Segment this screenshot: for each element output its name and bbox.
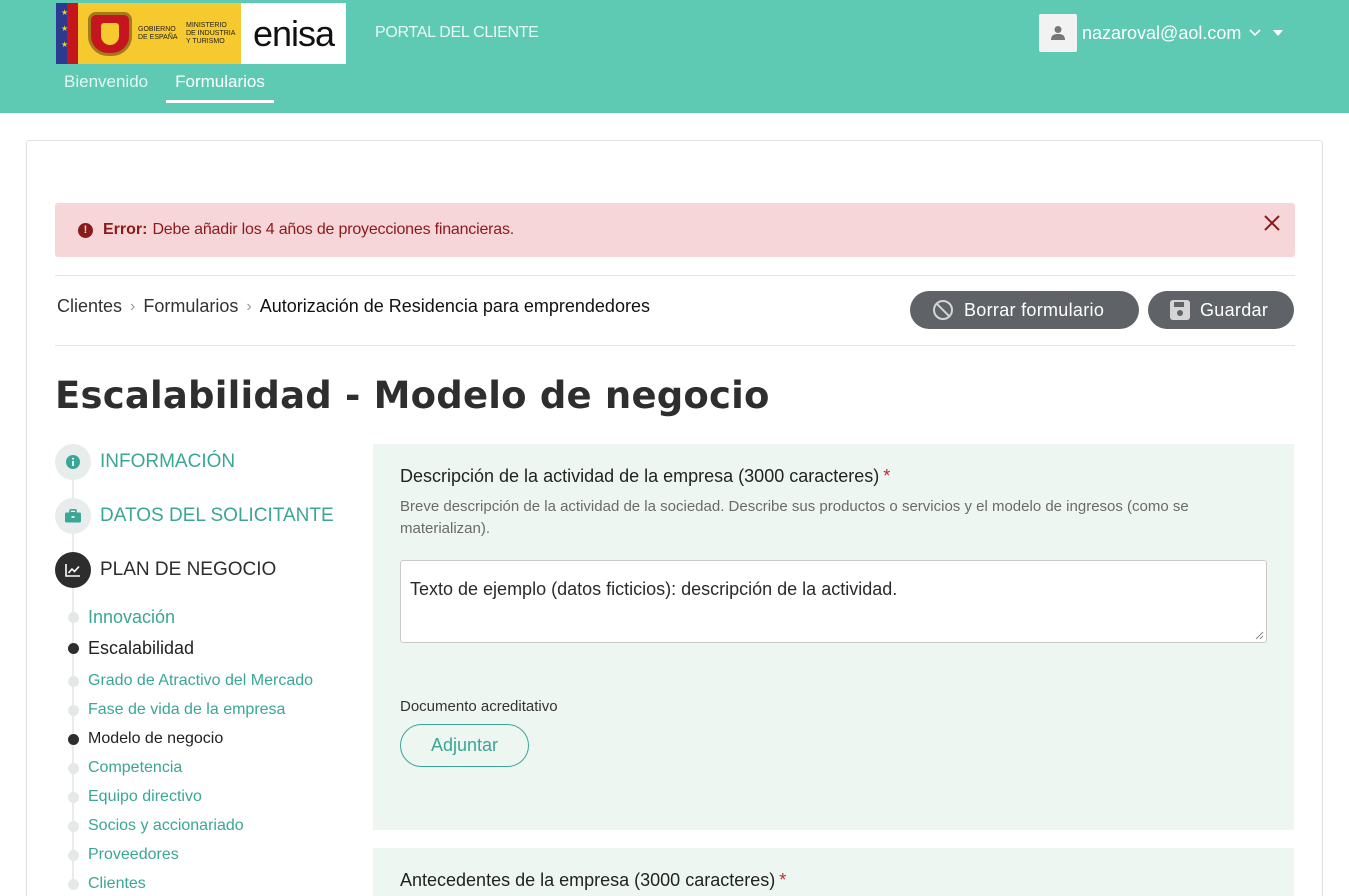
divider-top — [55, 275, 1295, 276]
nav-tab-formularios[interactable]: Formularios — [166, 66, 274, 106]
substep-dot — [68, 643, 79, 654]
resize-handle-icon[interactable] — [1255, 631, 1264, 640]
step-label: PLAN DE NEGOCIO — [100, 559, 277, 580]
main-nav: Bienvenido Formularios — [56, 66, 284, 106]
nav-tab-bienvenido[interactable]: Bienvenido — [56, 66, 156, 106]
delete-form-button[interactable]: Borrar formulario — [910, 291, 1139, 329]
substep-label: Innovación — [88, 607, 176, 627]
document-label: Documento acreditativo — [400, 698, 558, 715]
step-label: DATOS DEL SOLICITANTE — [100, 505, 334, 526]
substep-competencia[interactable]: Competencia — [68, 759, 182, 777]
substep-dot — [68, 878, 79, 890]
briefcase-icon — [65, 509, 81, 523]
substep-label: Grado de Atractivo del Mercado — [88, 672, 314, 689]
substep-dot — [68, 820, 79, 832]
attach-button[interactable]: Adjuntar — [400, 724, 529, 767]
substep-label: Proveedores — [88, 846, 179, 863]
enisa-logo: enisa — [241, 3, 346, 64]
logo-ministry-text: MINISTERIO DE INDUSTRIA Y TURISMO — [186, 21, 236, 45]
substep-grado-atractivo[interactable]: Grado de Atractivo del Mercado — [68, 672, 313, 690]
logo-gov-text: GOBIERNO DE ESPAÑA — [138, 25, 178, 41]
step-informacion[interactable]: INFORMACIÓN — [55, 444, 235, 480]
substep-dot — [68, 675, 79, 687]
breadcrumb-clientes[interactable]: Clientes — [57, 296, 122, 317]
dropdown-caret-icon — [1273, 30, 1284, 36]
substep-equipo-directivo[interactable]: Equipo directivo — [68, 788, 202, 806]
substep-label: Modelo de negocio — [88, 730, 224, 747]
substep-dot — [68, 791, 79, 803]
gobierno-enisa-logo[interactable]: ★ ★ ★ GOBIERNO DE ESPAÑA MINISTERIO DE IND… — [56, 3, 346, 64]
breadcrumb-separator-icon: › — [246, 297, 252, 315]
step-datos-solicitante[interactable]: DATOS DEL SOLICITANTE — [55, 498, 334, 534]
user-email: nazaroval@aol.com — [1082, 22, 1242, 43]
exclamation-circle-icon: ! — [78, 222, 93, 238]
substep-label: Equipo directivo — [88, 788, 202, 805]
substep-label: Clientes — [88, 875, 146, 892]
substep-dot — [68, 704, 79, 716]
field-label-descripcion: Descripción de la actividad de la empres… — [400, 466, 890, 487]
substep-innovacion[interactable]: Innovación — [68, 607, 175, 628]
portal-title: PORTAL DEL CLIENTE — [375, 24, 539, 41]
page-title: Escalabilidad - Modelo de negocio — [55, 374, 770, 417]
user-icon — [1051, 26, 1065, 40]
substep-label: Socios y accionariado — [88, 817, 244, 834]
delete-form-label: Borrar formulario — [964, 299, 1105, 320]
substep-label: Fase de vida de la empresa — [88, 701, 286, 718]
substep-modelo-negocio[interactable]: Modelo de negocio — [68, 730, 223, 748]
step-plan-negocio[interactable]: PLAN DE NEGOCIO — [55, 552, 276, 588]
gobierno-logo: ★ ★ ★ GOBIERNO DE ESPAÑA MINISTERIO DE IND… — [56, 3, 241, 64]
breadcrumb-formularios[interactable]: Formularios — [143, 296, 238, 317]
substep-socios[interactable]: Socios y accionariado — [68, 817, 244, 835]
floppy-disk-icon — [1170, 300, 1190, 320]
substep-clientes[interactable]: Clientes — [68, 875, 146, 893]
substep-escalabilidad[interactable]: Escalabilidad — [68, 638, 194, 659]
substep-label: Competencia — [88, 759, 183, 776]
save-button[interactable]: Guardar — [1148, 291, 1294, 329]
substep-dot — [68, 762, 79, 774]
step-circle — [55, 498, 91, 534]
save-label: Guardar — [1200, 299, 1269, 320]
required-mark: * — [883, 466, 891, 486]
substep-dot — [68, 612, 79, 623]
coat-of-arms-icon — [88, 11, 132, 56]
chevron-down-icon — [1249, 29, 1261, 37]
breadcrumb: Clientes › Formularios › Autorización de… — [57, 296, 650, 317]
info-icon — [66, 455, 80, 469]
step-label: INFORMACIÓN — [100, 451, 236, 472]
substep-dot — [68, 849, 79, 861]
step-circle — [55, 444, 91, 480]
top-header: ★ ★ ★ GOBIERNO DE ESPAÑA MINISTERIO DE IND… — [0, 0, 1349, 113]
eu-flag-stripe: ★ ★ ★ — [56, 3, 78, 64]
required-mark: * — [779, 870, 787, 890]
close-icon[interactable] — [1261, 212, 1283, 234]
substep-dot — [68, 733, 79, 745]
descripcion-textarea[interactable]: Texto de ejemplo (datos ficticios): desc… — [400, 560, 1267, 643]
step-circle — [55, 552, 91, 588]
alert-title: Error: — [103, 221, 148, 238]
breadcrumb-separator-icon: › — [130, 297, 136, 315]
field-help-descripcion: Breve descripción de la actividad de la … — [400, 498, 1189, 537]
breadcrumb-current: Autorización de Residencia para emprende… — [259, 296, 650, 316]
divider-bottom — [55, 345, 1295, 346]
substep-proveedores[interactable]: Proveedores — [68, 846, 179, 864]
alert-message: Debe añadir los 4 años de proyecciones f… — [152, 221, 515, 238]
substep-label: Escalabilidad — [88, 638, 195, 658]
substep-fase-vida[interactable]: Fase de vida de la empresa — [68, 701, 285, 719]
user-menu[interactable]: nazaroval@aol.com — [1039, 14, 1284, 52]
field-label-text: Descripción de la actividad de la empres… — [400, 466, 880, 486]
ban-icon — [933, 300, 953, 320]
field-label-antecedentes: Antecedentes de la empresa (3000 caracte… — [400, 870, 786, 891]
error-alert: ! Error: Debe añadir los 4 años de proye… — [55, 203, 1295, 257]
textarea-value: Texto de ejemplo (datos ficticios): desc… — [410, 579, 898, 599]
avatar — [1039, 14, 1077, 52]
chart-line-icon — [65, 564, 80, 577]
field-label-text: Antecedentes de la empresa (3000 caracte… — [400, 870, 776, 890]
